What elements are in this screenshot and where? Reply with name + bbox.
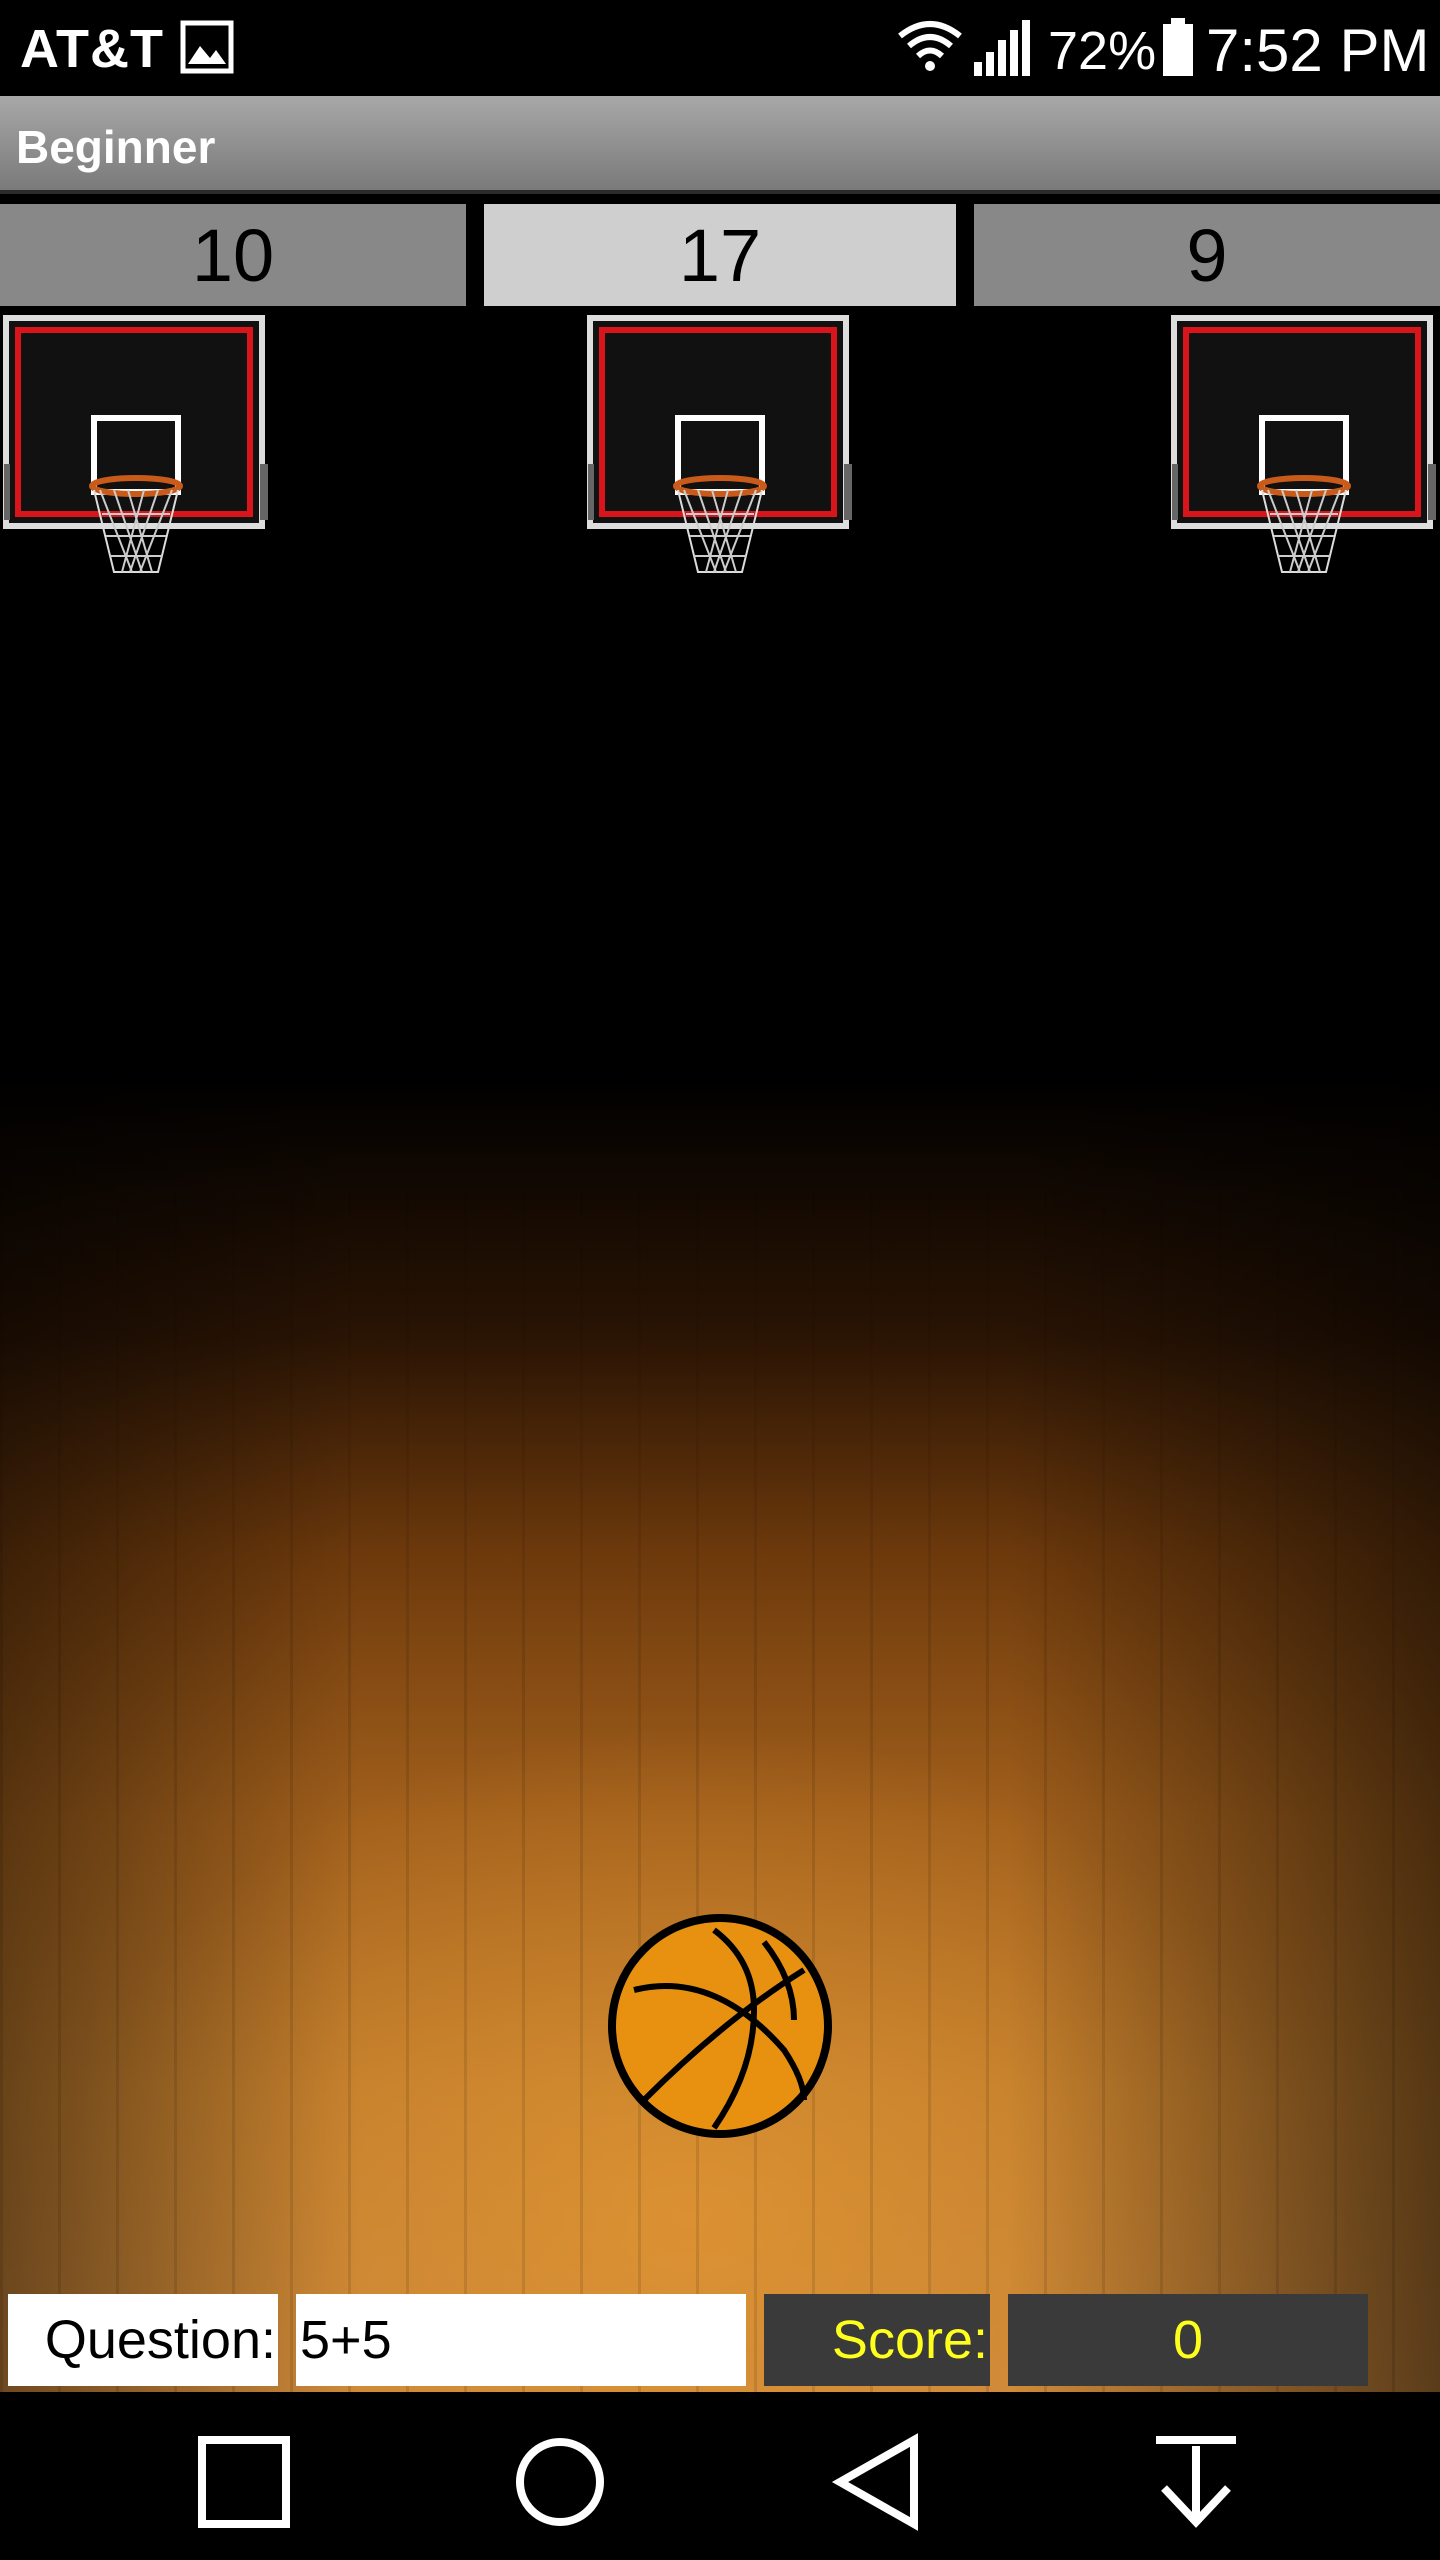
back-icon[interactable] (828, 2432, 928, 2532)
clock: 7:52 PM (1206, 17, 1430, 84)
navigation-bar (0, 2392, 1440, 2560)
question-label: Question: (8, 2294, 278, 2386)
answer-option-1[interactable]: 10 (0, 204, 466, 306)
gallery-icon (180, 20, 234, 74)
answer-option-2[interactable]: 17 (484, 204, 956, 306)
hoop-icon[interactable] (586, 314, 856, 588)
signal-icon (974, 20, 1030, 76)
home-icon[interactable] (510, 2432, 610, 2532)
basketball-icon[interactable] (604, 1910, 836, 2142)
hoop-icon[interactable] (1170, 314, 1440, 588)
question-value: 5+5 (296, 2294, 746, 2386)
recent-apps-icon[interactable] (194, 2432, 294, 2532)
score-label: Score: (764, 2294, 990, 2386)
battery-icon (1163, 18, 1193, 76)
notification-pull-icon[interactable] (1146, 2432, 1246, 2532)
title-bar: Beginner (0, 96, 1440, 194)
page-title: Beginner (16, 121, 216, 173)
question-score-panel: Question: 5+5 Score: 0 (0, 2286, 1440, 2392)
hoop-icon[interactable] (2, 314, 272, 588)
carrier-label: AT&T (20, 19, 164, 79)
wifi-icon (898, 21, 962, 71)
answer-option-3[interactable]: 9 (974, 204, 1440, 306)
score-value: 0 (1008, 2294, 1368, 2386)
battery-percent: 72% (1048, 21, 1157, 81)
status-bar: AT&T 72% 7:52 PM (0, 0, 1440, 96)
